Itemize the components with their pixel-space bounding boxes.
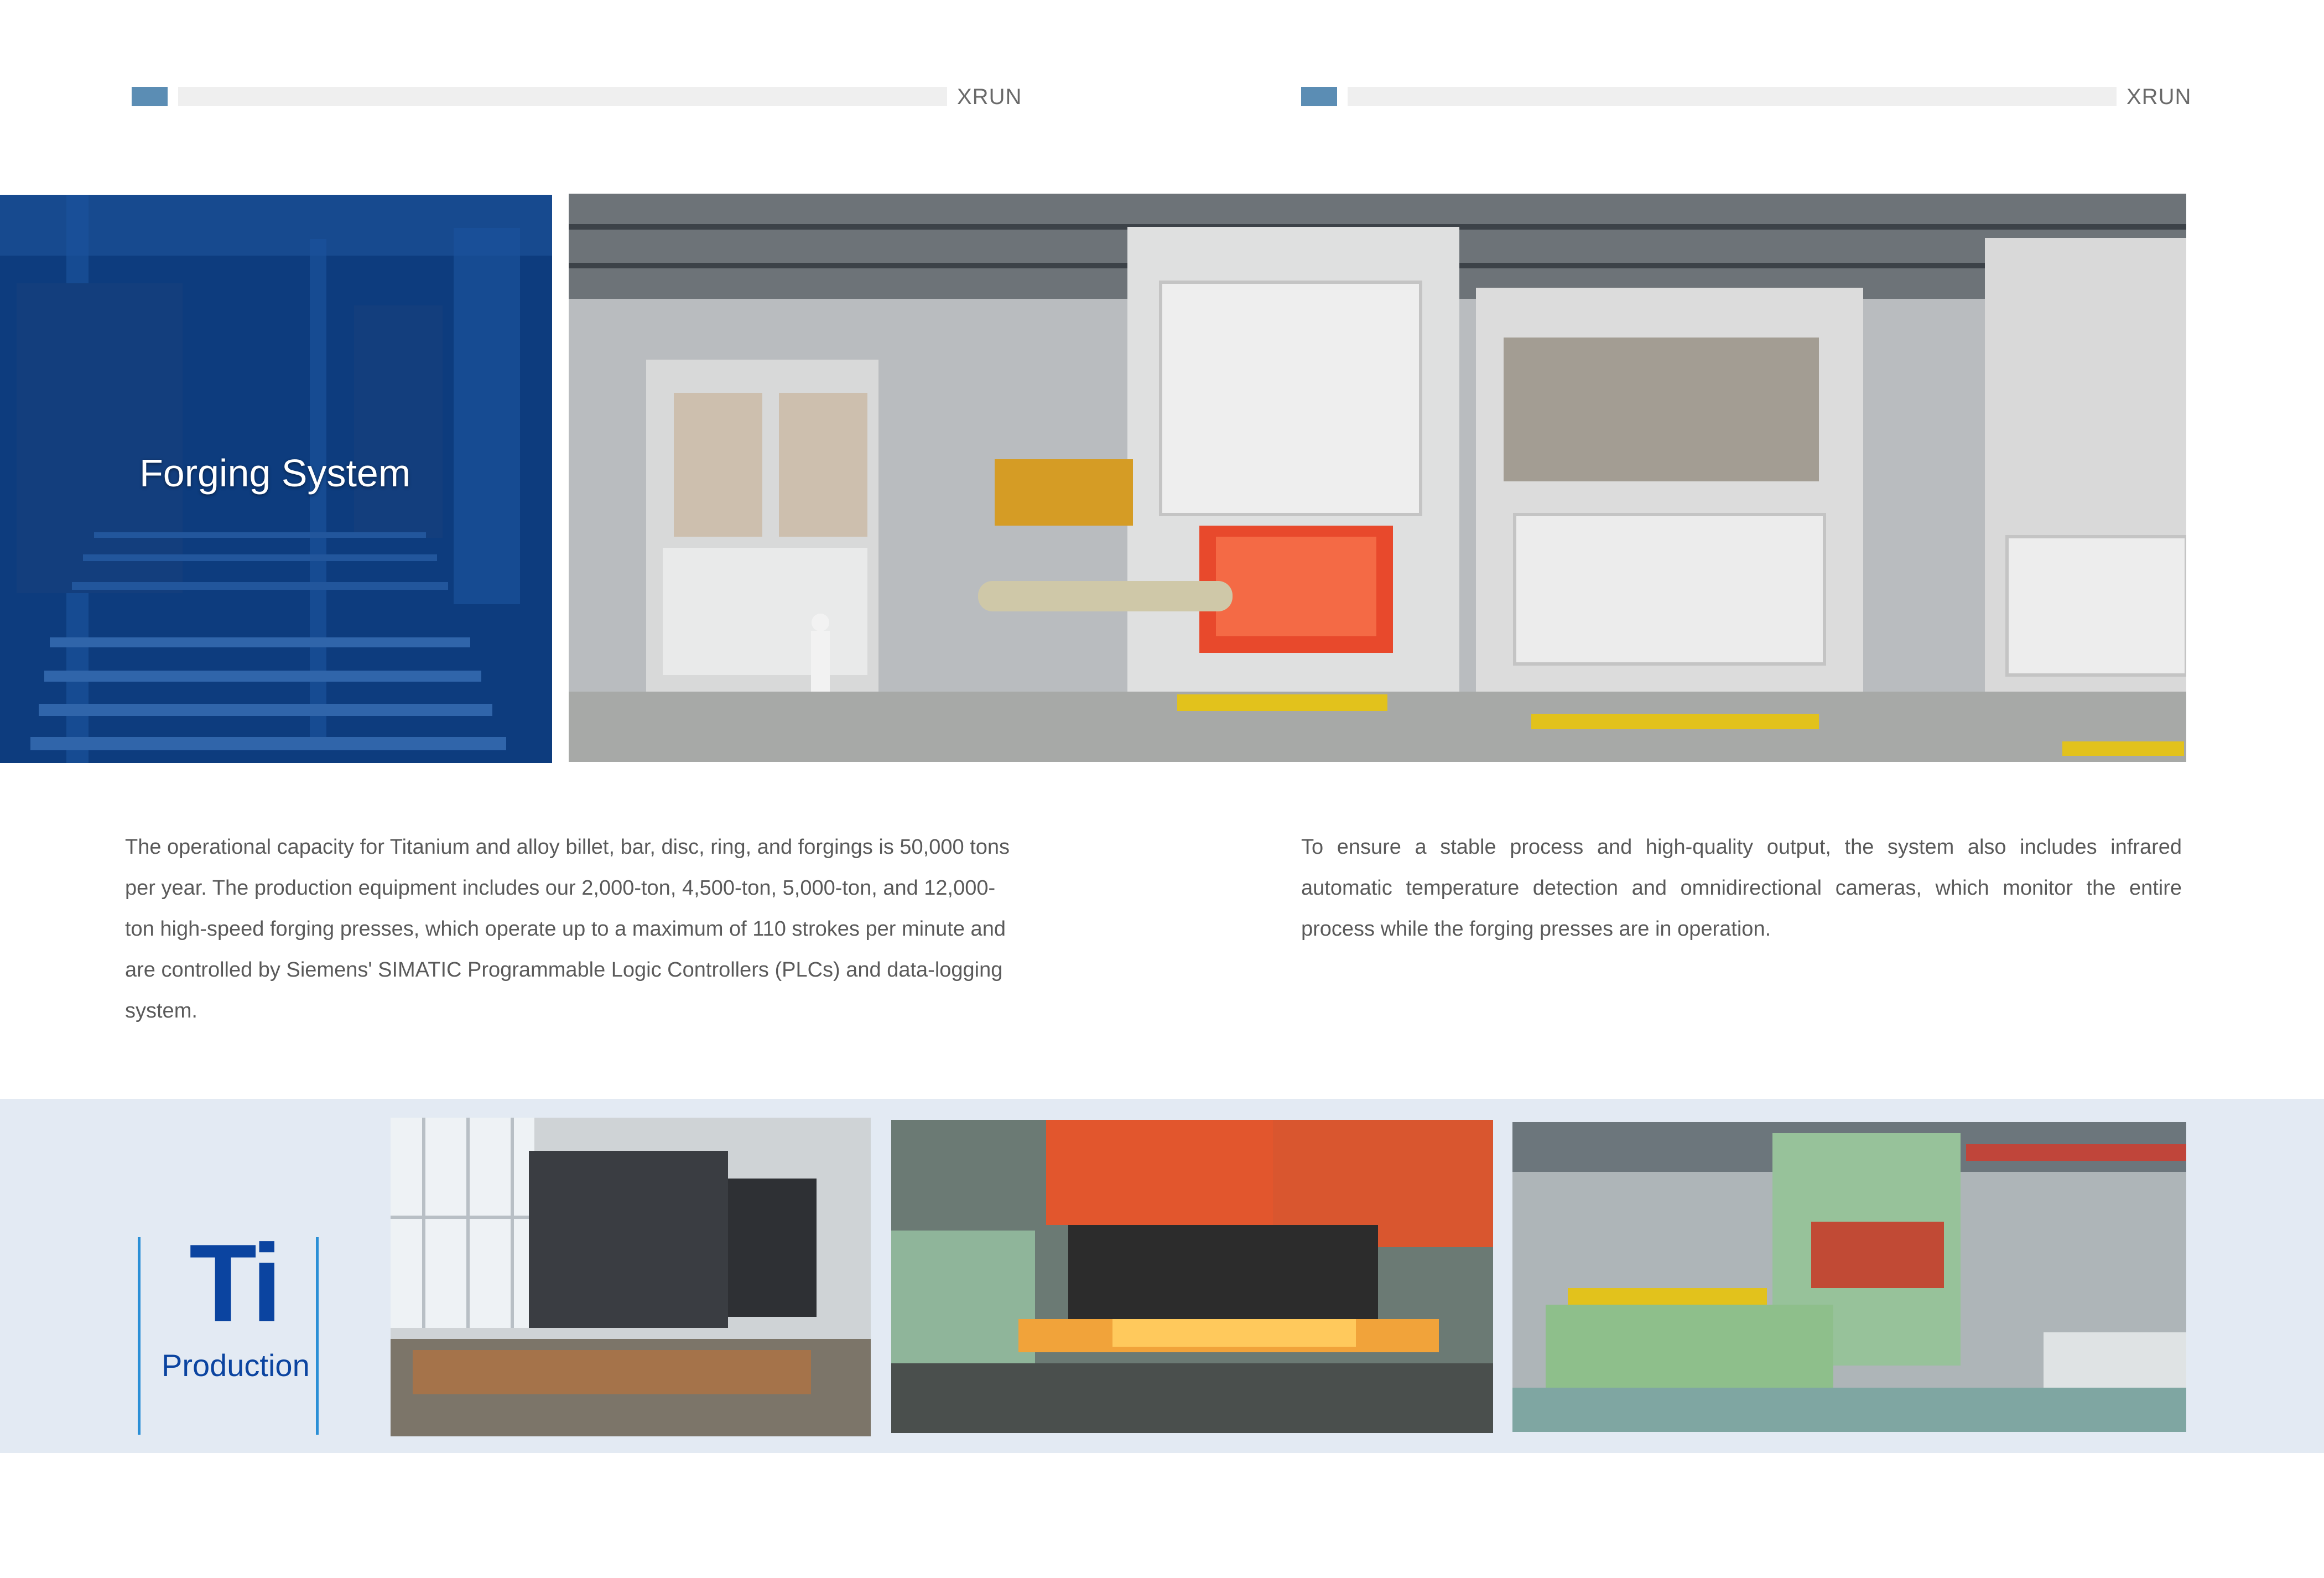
forging-press-hot-photo [891, 1120, 1493, 1433]
hero-main-photo [569, 194, 2186, 762]
logo-ti: Ti [189, 1222, 282, 1345]
milling-machine-photo [391, 1118, 871, 1436]
left-paragraph: The operational capacity for Titanium an… [125, 835, 1010, 1022]
header-right-accent [1301, 87, 1337, 106]
large-press-hall-photo [1512, 1122, 2186, 1432]
logo-left-line [138, 1237, 141, 1435]
header-left-brand: XRUN [957, 85, 1022, 109]
header-right-brand: XRUN [2127, 85, 2192, 109]
header-right-bar [1348, 87, 2117, 106]
hero-title: Forging System [139, 451, 411, 495]
right-paragraph: To ensure a stable process and high-qual… [1301, 835, 2182, 941]
logo-right-line [316, 1237, 319, 1435]
logo-production: Production [162, 1348, 310, 1383]
header-left-bar [178, 87, 947, 106]
header-left-accent [132, 87, 168, 106]
